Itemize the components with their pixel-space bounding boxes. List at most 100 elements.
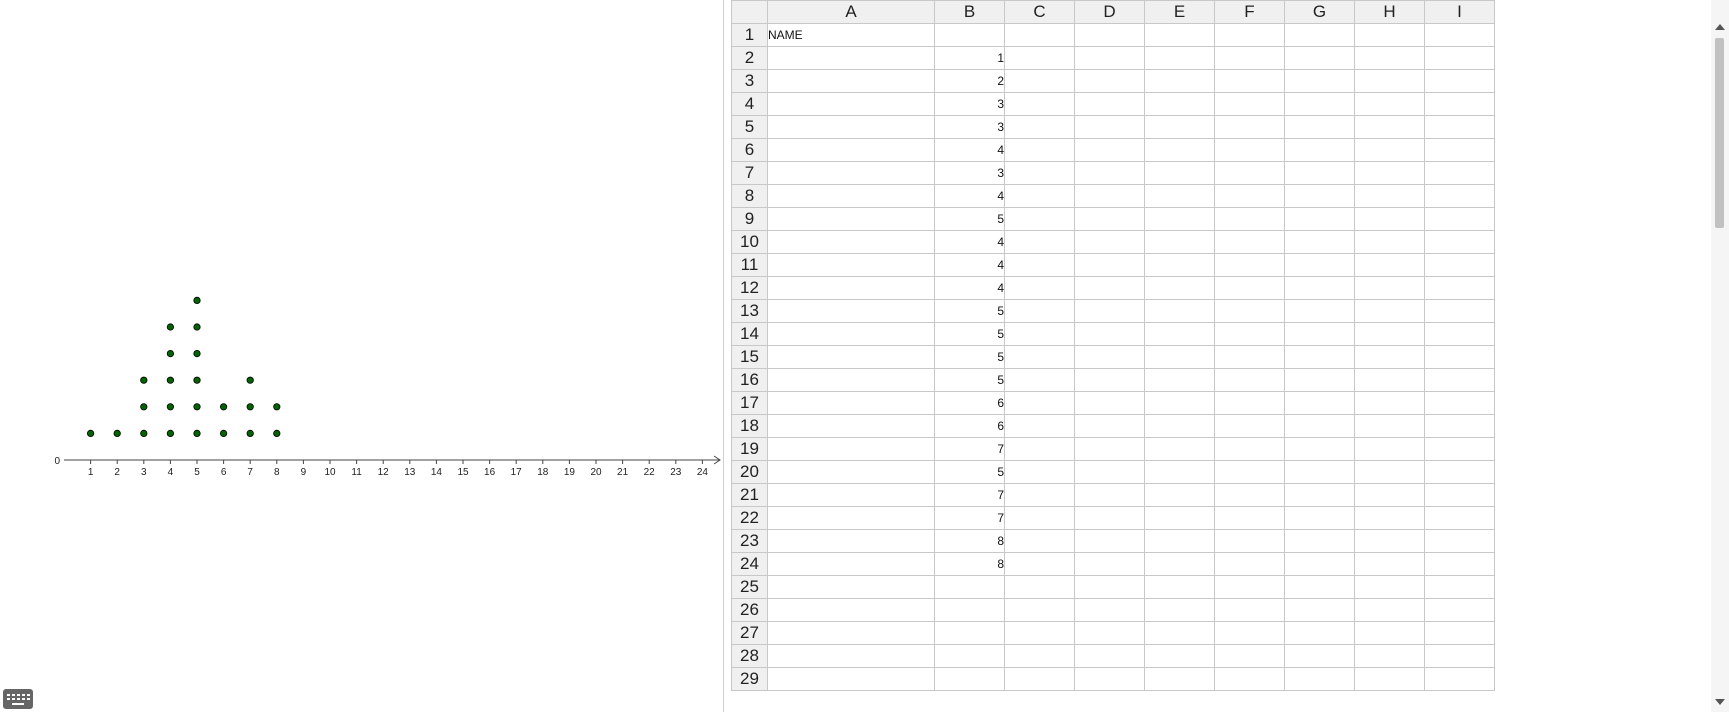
cell-e19[interactable] xyxy=(1144,437,1215,461)
cell-i3[interactable] xyxy=(1424,69,1495,93)
cell-b14[interactable]: 5 xyxy=(934,322,1005,346)
cell-f5[interactable] xyxy=(1214,115,1285,139)
cell-f10[interactable] xyxy=(1214,230,1285,254)
cell-f15[interactable] xyxy=(1214,345,1285,369)
cell-g26[interactable] xyxy=(1284,598,1355,622)
cell-d22[interactable] xyxy=(1074,506,1145,530)
cell-d18[interactable] xyxy=(1074,414,1145,438)
cell-c22[interactable] xyxy=(1004,506,1075,530)
scroll-thumb[interactable] xyxy=(1715,38,1724,228)
data-point[interactable] xyxy=(193,376,201,384)
cell-h26[interactable] xyxy=(1354,598,1425,622)
cell-i17[interactable] xyxy=(1424,391,1495,415)
column-header-d[interactable]: D xyxy=(1074,0,1145,24)
cell-e8[interactable] xyxy=(1144,184,1215,208)
cell-e27[interactable] xyxy=(1144,621,1215,645)
row-header[interactable]: 9 xyxy=(731,207,768,231)
cell-a25[interactable] xyxy=(767,575,935,599)
cell-f18[interactable] xyxy=(1214,414,1285,438)
cell-a17[interactable] xyxy=(767,391,935,415)
row-header[interactable]: 29 xyxy=(731,667,768,691)
cell-f1[interactable] xyxy=(1214,23,1285,47)
cell-e11[interactable] xyxy=(1144,253,1215,277)
cell-f23[interactable] xyxy=(1214,529,1285,553)
cell-i15[interactable] xyxy=(1424,345,1495,369)
cell-d4[interactable] xyxy=(1074,92,1145,116)
data-point[interactable] xyxy=(246,429,254,437)
cell-h28[interactable] xyxy=(1354,644,1425,668)
cell-f27[interactable] xyxy=(1214,621,1285,645)
cell-c21[interactable] xyxy=(1004,483,1075,507)
cell-g24[interactable] xyxy=(1284,552,1355,576)
cell-c25[interactable] xyxy=(1004,575,1075,599)
cell-h10[interactable] xyxy=(1354,230,1425,254)
cell-f16[interactable] xyxy=(1214,368,1285,392)
row-header[interactable]: 16 xyxy=(731,368,768,392)
cell-b11[interactable]: 4 xyxy=(934,253,1005,277)
cell-c16[interactable] xyxy=(1004,368,1075,392)
cell-c7[interactable] xyxy=(1004,161,1075,185)
vertical-scrollbar[interactable] xyxy=(1711,0,1729,712)
cell-d3[interactable] xyxy=(1074,69,1145,93)
cell-d7[interactable] xyxy=(1074,161,1145,185)
cell-g9[interactable] xyxy=(1284,207,1355,231)
cell-a6[interactable] xyxy=(767,138,935,162)
cell-f14[interactable] xyxy=(1214,322,1285,346)
cell-g10[interactable] xyxy=(1284,230,1355,254)
cell-g20[interactable] xyxy=(1284,460,1355,484)
cell-d21[interactable] xyxy=(1074,483,1145,507)
cell-g16[interactable] xyxy=(1284,368,1355,392)
cell-c26[interactable] xyxy=(1004,598,1075,622)
cell-i14[interactable] xyxy=(1424,322,1495,346)
cell-a8[interactable] xyxy=(767,184,935,208)
row-header[interactable]: 7 xyxy=(731,161,768,185)
cell-e10[interactable] xyxy=(1144,230,1215,254)
cell-c1[interactable] xyxy=(1004,23,1075,47)
cell-h27[interactable] xyxy=(1354,621,1425,645)
cell-a1[interactable]: NAME xyxy=(767,23,935,47)
cell-c29[interactable] xyxy=(1004,667,1075,691)
cell-c8[interactable] xyxy=(1004,184,1075,208)
cell-i29[interactable] xyxy=(1424,667,1495,691)
cell-h20[interactable] xyxy=(1354,460,1425,484)
cell-e12[interactable] xyxy=(1144,276,1215,300)
cell-b19[interactable]: 7 xyxy=(934,437,1005,461)
cell-h23[interactable] xyxy=(1354,529,1425,553)
cell-g6[interactable] xyxy=(1284,138,1355,162)
cell-d5[interactable] xyxy=(1074,115,1145,139)
cell-d12[interactable] xyxy=(1074,276,1145,300)
cell-i11[interactable] xyxy=(1424,253,1495,277)
cell-b7[interactable]: 3 xyxy=(934,161,1005,185)
cell-h1[interactable] xyxy=(1354,23,1425,47)
cell-d23[interactable] xyxy=(1074,529,1145,553)
data-point[interactable] xyxy=(193,296,201,304)
cell-b26[interactable] xyxy=(934,598,1005,622)
cell-e9[interactable] xyxy=(1144,207,1215,231)
cell-i19[interactable] xyxy=(1424,437,1495,461)
cell-g15[interactable] xyxy=(1284,345,1355,369)
cell-h18[interactable] xyxy=(1354,414,1425,438)
cell-c24[interactable] xyxy=(1004,552,1075,576)
cell-a22[interactable] xyxy=(767,506,935,530)
cell-a26[interactable] xyxy=(767,598,935,622)
cell-e3[interactable] xyxy=(1144,69,1215,93)
cell-h21[interactable] xyxy=(1354,483,1425,507)
cell-a10[interactable] xyxy=(767,230,935,254)
data-point[interactable] xyxy=(166,403,174,411)
cell-g3[interactable] xyxy=(1284,69,1355,93)
cell-b12[interactable]: 4 xyxy=(934,276,1005,300)
cell-a2[interactable] xyxy=(767,46,935,70)
cell-b4[interactable]: 3 xyxy=(934,92,1005,116)
row-header[interactable]: 24 xyxy=(731,552,768,576)
cell-h7[interactable] xyxy=(1354,161,1425,185)
cell-c15[interactable] xyxy=(1004,345,1075,369)
cell-d9[interactable] xyxy=(1074,207,1145,231)
cell-e25[interactable] xyxy=(1144,575,1215,599)
cell-c5[interactable] xyxy=(1004,115,1075,139)
cell-a3[interactable] xyxy=(767,69,935,93)
cell-f8[interactable] xyxy=(1214,184,1285,208)
cell-c11[interactable] xyxy=(1004,253,1075,277)
column-header-h[interactable]: H xyxy=(1354,0,1425,24)
cell-i1[interactable] xyxy=(1424,23,1495,47)
corner-cell[interactable] xyxy=(731,0,768,24)
